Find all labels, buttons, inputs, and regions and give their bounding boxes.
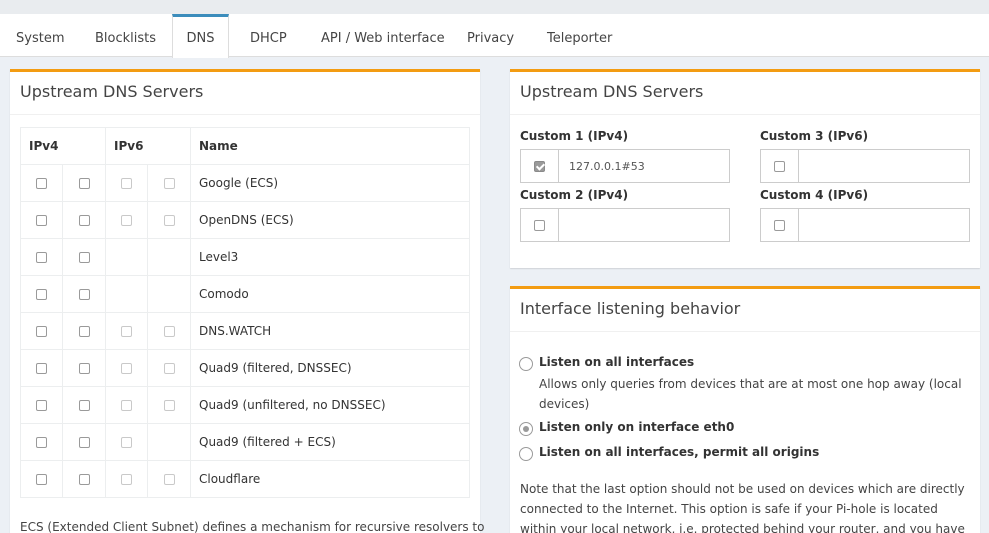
table-header-row: IPv4 IPv6 Name (20, 127, 470, 165)
divider (10, 114, 480, 115)
ipv4-checkbox-2[interactable] (78, 214, 90, 226)
server-name: Comodo (190, 275, 470, 313)
ipv4-checkbox-2[interactable] (78, 177, 90, 189)
custom2-checkbox[interactable] (534, 219, 545, 231)
tab-dhcp[interactable]: DHCP (250, 14, 287, 57)
header-name: Name (190, 127, 470, 165)
custom4-label: Custom 4 (IPv6) (760, 188, 869, 202)
ipv6-checkbox-1[interactable] (121, 177, 132, 189)
panel-title: Interface listening behavior (520, 299, 741, 318)
ipv6-checkbox-1[interactable] (121, 473, 132, 485)
ipv4-checkbox-2[interactable] (78, 325, 90, 337)
table-row: Level3 (20, 238, 470, 276)
table-row: DNS.WATCH (20, 312, 470, 350)
table-row: OpenDNS (ECS) (20, 201, 470, 239)
ipv4-checkbox-2[interactable] (78, 399, 90, 411)
custom4-checkbox[interactable] (774, 219, 785, 231)
server-name: Quad9 (filtered + ECS) (190, 423, 470, 461)
custom1-input[interactable] (559, 150, 729, 182)
header-ipv4: IPv4 (20, 127, 106, 165)
settings-tabs: System Blocklists DNS DHCP API / Web int… (0, 14, 989, 58)
custom1-checkbox[interactable] (534, 160, 545, 172)
tab-api-web-interface[interactable]: API / Web interface (321, 14, 445, 57)
interface-listening-panel: Interface listening behavior Listen on a… (510, 286, 980, 533)
panel-title: Upstream DNS Servers (20, 82, 204, 101)
divider (510, 114, 980, 115)
ipv4-checkbox-1[interactable] (36, 325, 47, 337)
ipv4-checkbox-2[interactable] (78, 473, 90, 485)
custom3-checkbox[interactable] (774, 160, 785, 172)
ipv6-checkbox-1[interactable] (121, 399, 132, 411)
table-row: Cloudflare (20, 460, 470, 498)
custom4-input[interactable] (799, 209, 969, 241)
tab-dns[interactable]: DNS (172, 14, 229, 58)
ipv6-checkbox-1[interactable] (121, 214, 132, 226)
ipv6-checkbox-2[interactable] (163, 214, 175, 226)
ipv4-checkbox-1[interactable] (36, 251, 47, 263)
ipv6-checkbox-1[interactable] (121, 362, 132, 374)
ipv4-checkbox-1[interactable] (36, 214, 47, 226)
ipv6-checkbox-2[interactable] (163, 399, 175, 411)
listen-all-label[interactable]: Listen on all interfaces (539, 355, 694, 369)
ipv4-checkbox-1[interactable] (36, 473, 47, 485)
server-name: Level3 (190, 238, 470, 276)
listen-all-permit-radio[interactable] (519, 447, 533, 461)
custom3-label: Custom 3 (IPv6) (760, 129, 869, 143)
ipv4-checkbox-2[interactable] (78, 288, 90, 300)
divider (510, 331, 980, 332)
ipv6-checkbox-2[interactable] (163, 473, 175, 485)
ipv4-checkbox-1[interactable] (36, 362, 47, 374)
custom1-group (520, 149, 730, 183)
listen-eth0-label[interactable]: Listen only on interface eth0 (539, 420, 734, 434)
ipv6-checkbox-1[interactable] (121, 436, 132, 448)
table-row: Quad9 (unfiltered, no DNSSEC) (20, 386, 470, 424)
ipv4-checkbox-1[interactable] (36, 436, 47, 448)
ipv4-checkbox-1[interactable] (36, 399, 47, 411)
listen-all-permit-label[interactable]: Listen on all interfaces, permit all ori… (539, 445, 819, 459)
tab-privacy[interactable]: Privacy (467, 14, 514, 57)
server-name: Google (ECS) (190, 164, 470, 202)
ipv4-checkbox-2[interactable] (78, 436, 90, 448)
custom2-input[interactable] (559, 209, 729, 241)
panel-title: Upstream DNS Servers (520, 82, 704, 101)
ipv4-checkbox-1[interactable] (36, 288, 47, 300)
ipv6-checkbox-1[interactable] (121, 325, 132, 337)
custom3-group (760, 149, 970, 183)
ipv4-checkbox-2[interactable] (78, 362, 90, 374)
custom3-input[interactable] (799, 150, 969, 182)
listen-eth0-radio[interactable] (519, 422, 533, 436)
table-row: Quad9 (filtered, DNSSEC) (20, 349, 470, 387)
ipv6-checkbox-2[interactable] (163, 325, 175, 337)
upstream-servers-table: IPv4 IPv6 Name Google (ECS) OpenDNS (ECS)… (20, 127, 470, 498)
custom1-label: Custom 1 (IPv4) (520, 129, 629, 143)
table-row: Google (ECS) (20, 164, 470, 202)
ipv4-checkbox-2[interactable] (78, 251, 90, 263)
table-row: Comodo (20, 275, 470, 313)
upstream-dns-panel-right: Upstream DNS Servers Custom 1 (IPv4) Cus… (510, 69, 980, 268)
tab-system[interactable]: System (16, 14, 64, 57)
ipv6-checkbox-2[interactable] (163, 362, 175, 374)
ipv4-checkbox-1[interactable] (36, 177, 47, 189)
custom2-group (520, 208, 730, 242)
tab-teleporter[interactable]: Teleporter (547, 14, 612, 57)
server-name: OpenDNS (ECS) (190, 201, 470, 239)
ecs-description: ECS (Extended Client Subnet) defines a m… (20, 520, 485, 533)
tab-blocklists[interactable]: Blocklists (95, 14, 156, 57)
top-strip (0, 0, 989, 14)
table-row: Quad9 (filtered + ECS) (20, 423, 470, 461)
custom4-group (760, 208, 970, 242)
server-name: Quad9 (filtered, DNSSEC) (190, 349, 470, 387)
interface-note: Note that the last option should not be … (520, 482, 965, 533)
server-name: Quad9 (unfiltered, no DNSSEC) (190, 386, 470, 424)
server-name: DNS.WATCH (190, 312, 470, 350)
server-name: Cloudflare (190, 460, 470, 498)
custom2-label: Custom 2 (IPv4) (520, 188, 629, 202)
header-ipv6: IPv6 (105, 127, 191, 165)
listen-all-description: Allows only queries from devices that ar… (539, 377, 962, 411)
listen-all-radio[interactable] (519, 357, 533, 371)
upstream-dns-panel-left: Upstream DNS Servers IPv4 IPv6 Name Goog… (10, 69, 485, 533)
ipv6-checkbox-2[interactable] (163, 177, 175, 189)
